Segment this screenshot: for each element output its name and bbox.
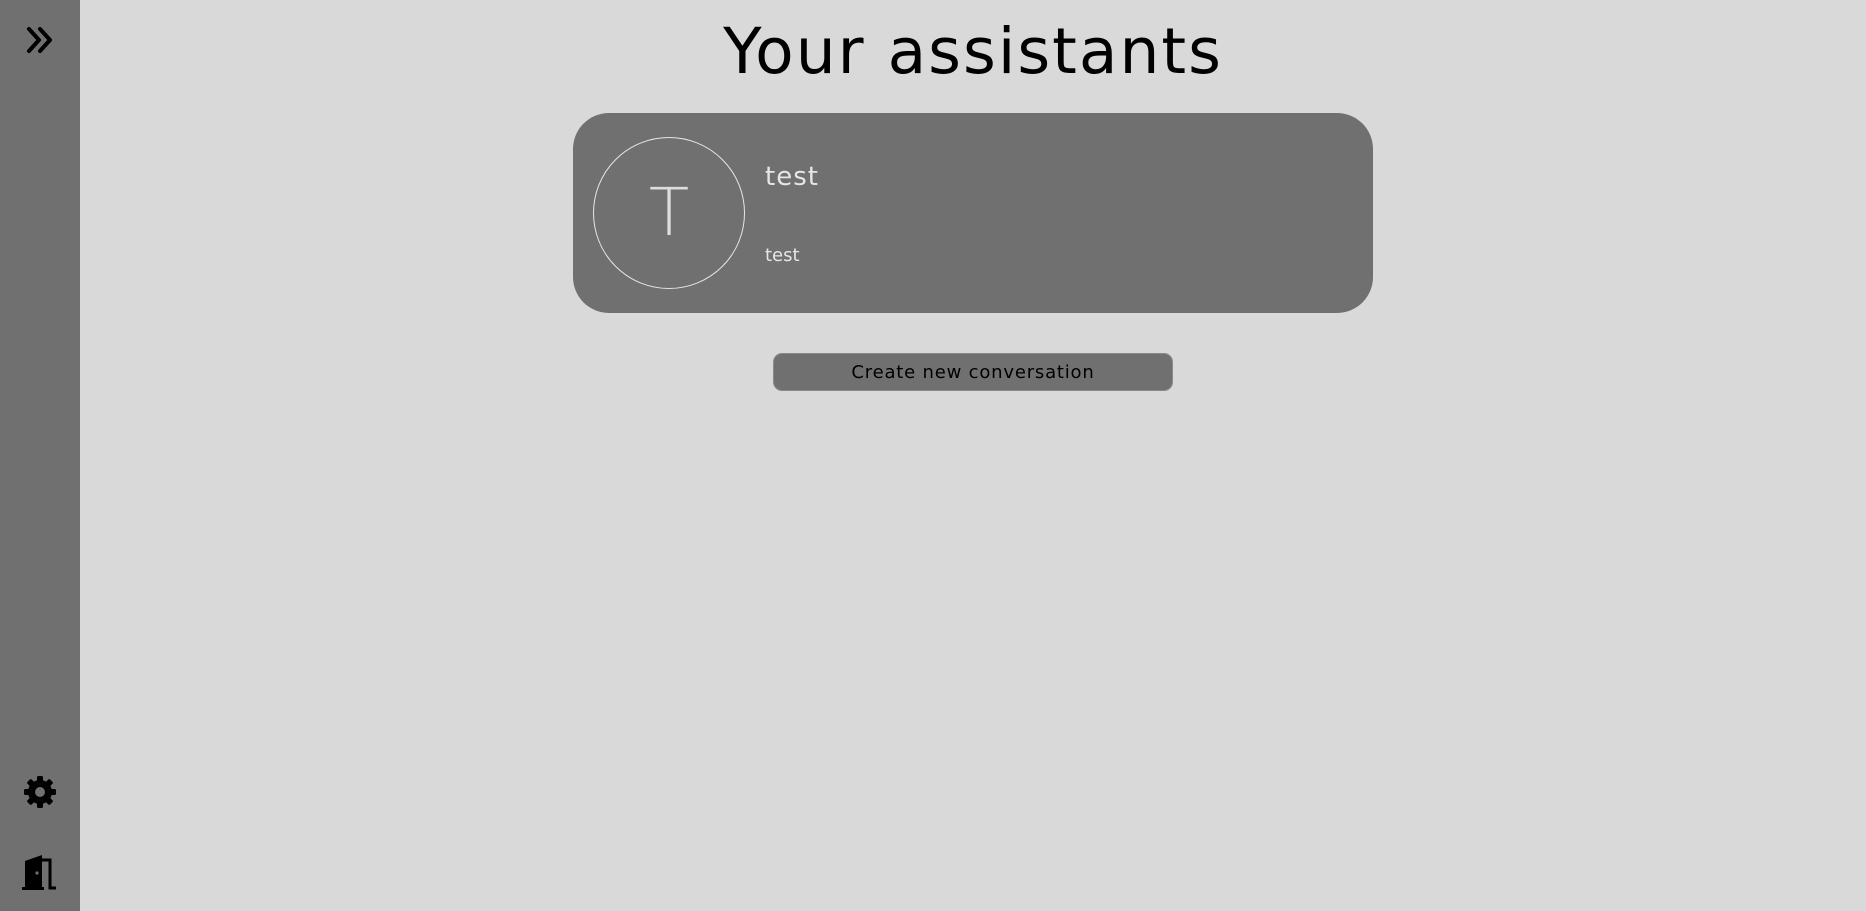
assistant-name: test [765, 162, 819, 192]
main-content: Your assistants T test test Create new c… [80, 0, 1866, 911]
chevrons-right-icon [27, 27, 52, 53]
logout-button[interactable] [0, 850, 80, 894]
expand-sidebar-button[interactable] [0, 20, 80, 60]
assistant-card[interactable]: T test test [573, 113, 1373, 313]
sidebar [0, 0, 80, 911]
door-exit-icon [22, 855, 56, 890]
page-title: Your assistants [723, 15, 1223, 88]
gear-icon [24, 776, 56, 808]
assistant-avatar: T [593, 137, 745, 289]
avatar-initial: T [648, 174, 690, 251]
create-conversation-button[interactable]: Create new conversation [773, 353, 1173, 391]
assistant-description: test [765, 245, 800, 266]
settings-button[interactable] [0, 770, 80, 814]
